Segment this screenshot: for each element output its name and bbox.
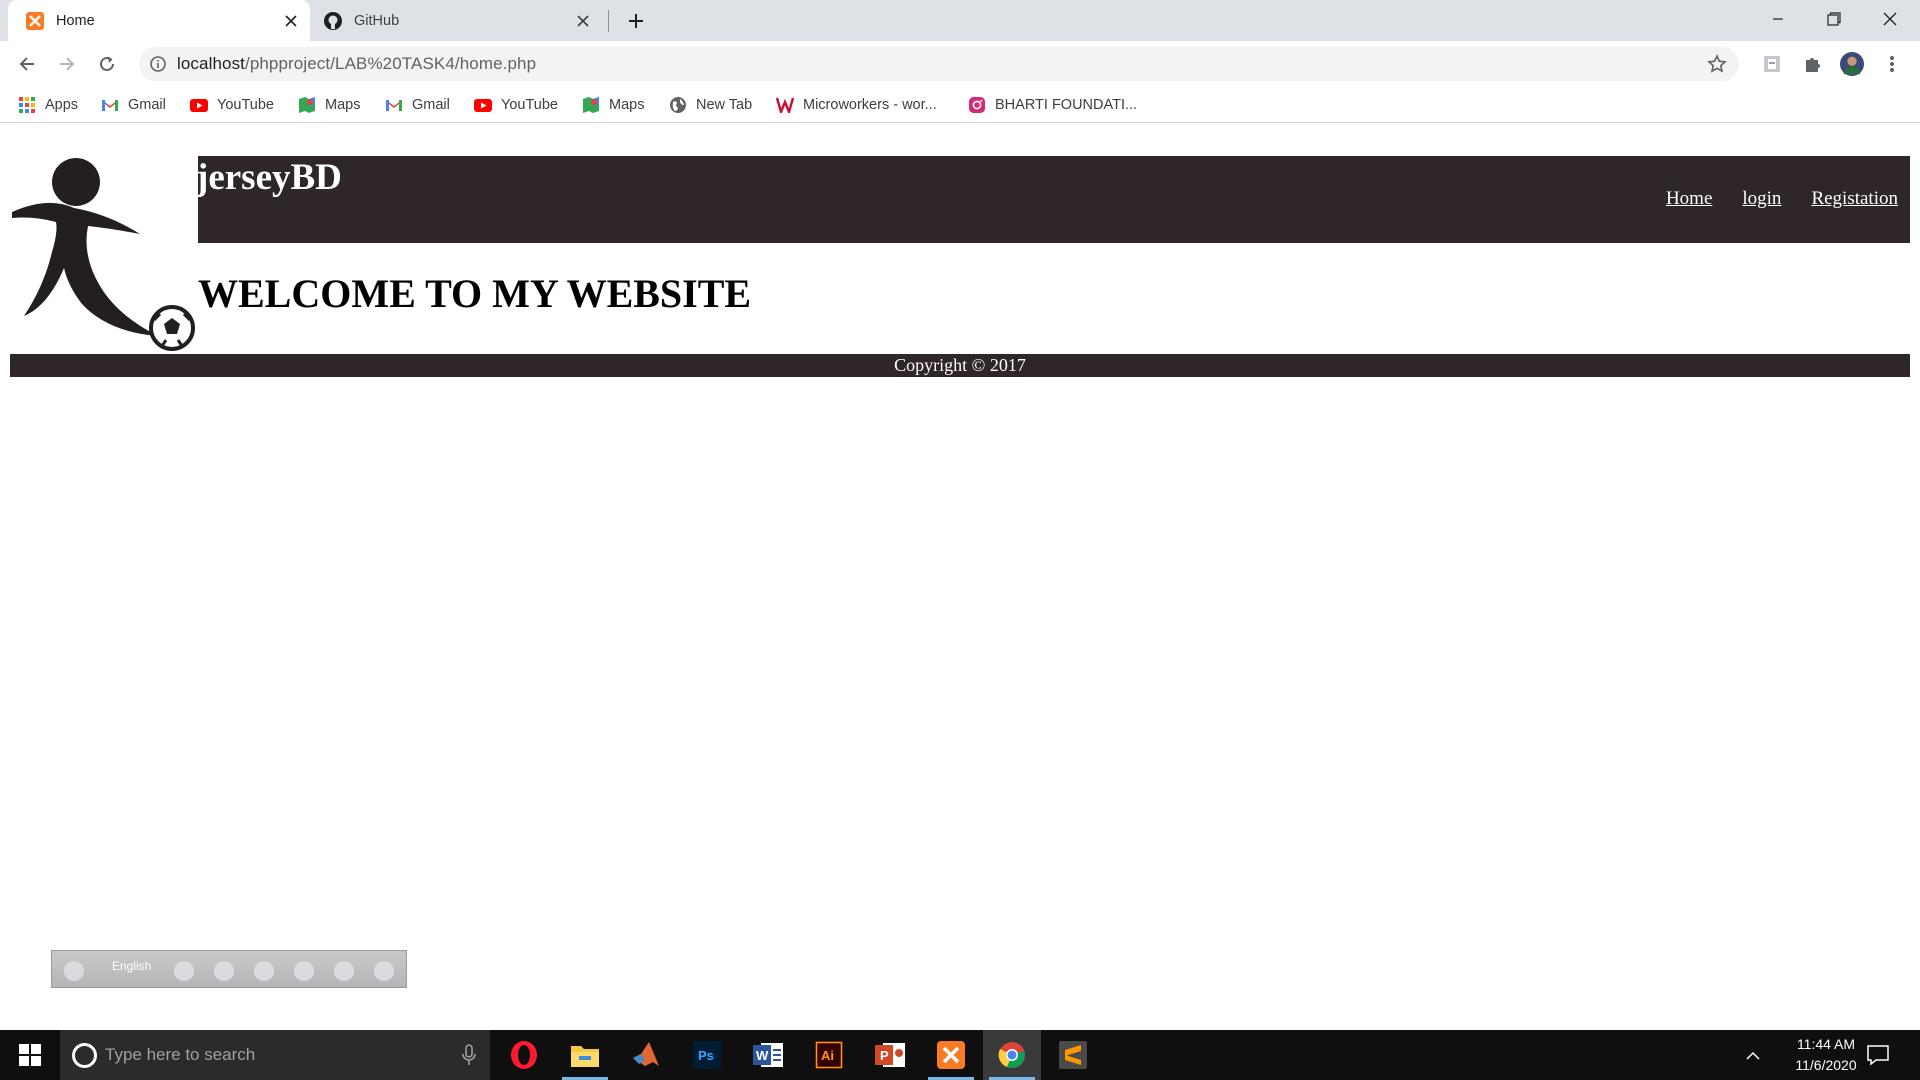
info-icon[interactable] [149, 55, 167, 73]
bookmark-maps[interactable]: Maps [298, 93, 360, 117]
extension-icon[interactable] [1760, 52, 1784, 76]
youtube-icon [190, 96, 208, 114]
tab-title: GitHub [354, 12, 400, 29]
tab-github[interactable]: GitHub [314, 0, 602, 41]
restore-button[interactable] [1806, 0, 1862, 38]
chevron-up-icon[interactable] [1744, 1047, 1762, 1065]
language-label[interactable]: English [112, 959, 151, 973]
soccer-player-logo [8, 156, 200, 352]
gmail-icon [385, 96, 403, 114]
tab-separator [608, 10, 609, 32]
instagram-icon [968, 96, 986, 114]
back-button[interactable] [13, 50, 41, 78]
site-footer: Copyright © 2017 [10, 354, 1910, 377]
input-method-icon[interactable] [64, 961, 84, 981]
sublime-text-icon[interactable] [1044, 1030, 1102, 1080]
globe-icon [669, 96, 687, 114]
browser-tab-strip: Home GitHub [0, 0, 1920, 41]
tools-icon[interactable] [214, 961, 234, 981]
address-bar[interactable]: localhost/phpproject/LAB%20TASK4/home.ph… [139, 47, 1739, 81]
minimize-button[interactable] [1750, 0, 1806, 38]
illustrator-icon[interactable]: Ai [800, 1030, 858, 1080]
start-button[interactable] [0, 1030, 60, 1080]
windows-icon [19, 1044, 41, 1066]
youtube-icon [474, 96, 492, 114]
bookmark-microworkers[interactable]: Microworkers - wor... [776, 93, 937, 117]
cortana-icon [72, 1043, 97, 1068]
nav-link-login[interactable]: login [1742, 188, 1781, 210]
close-window-button[interactable] [1862, 0, 1918, 38]
site-nav: Home login Registation [1666, 188, 1898, 210]
web-page: jerseyBD Home login Registation WELCOME … [0, 124, 1920, 1030]
microworkers-icon [776, 96, 794, 114]
svg-text:Ps: Ps [698, 1048, 714, 1063]
language-bar[interactable]: English [51, 950, 407, 988]
reload-button[interactable] [93, 50, 121, 78]
powerpoint-icon[interactable]: P [861, 1030, 919, 1080]
bookmark-youtube[interactable]: YouTube [474, 93, 558, 117]
info-icon[interactable] [374, 961, 394, 981]
opera-icon[interactable] [495, 1030, 553, 1080]
maps-icon [582, 96, 600, 114]
settings-icon[interactable] [254, 961, 274, 981]
photoshop-icon[interactable]: Ps [678, 1030, 736, 1080]
tab-home[interactable]: Home [8, 0, 310, 41]
bookmark-bharti-foundation[interactable]: BHARTI FOUNDATI... [968, 93, 1137, 117]
close-icon[interactable] [572, 10, 594, 32]
xampp-icon [25, 11, 45, 31]
tab-title: Home [56, 12, 95, 29]
browser-icon[interactable] [294, 961, 314, 981]
file-explorer-icon[interactable] [556, 1030, 614, 1080]
forward-button[interactable] [53, 50, 81, 78]
site-title: jerseyBD [196, 157, 342, 198]
menu-dots-icon[interactable] [1880, 52, 1904, 76]
welcome-heading: WELCOME TO MY WEBSITE [198, 271, 752, 316]
word-icon[interactable]: W [739, 1030, 797, 1080]
puzzle-icon[interactable] [1800, 52, 1824, 76]
new-tab-button[interactable] [622, 8, 650, 34]
nav-link-home[interactable]: Home [1666, 188, 1712, 210]
bookmark-maps[interactable]: Maps [582, 93, 644, 117]
url-text: localhost/phpproject/LAB%20TASK4/home.ph… [177, 54, 537, 73]
taskbar: Type here to search Ps W Ai P 11:44 AM 1… [0, 1030, 1920, 1080]
close-icon[interactable] [280, 10, 302, 32]
nav-link-registration[interactable]: Registation [1811, 188, 1898, 210]
microphone-icon[interactable] [462, 1043, 476, 1067]
bookmark-star-icon[interactable] [1707, 54, 1727, 74]
bookmark-gmail[interactable]: Gmail [385, 93, 450, 117]
notification-icon[interactable] [1866, 1043, 1890, 1067]
svg-text:P: P [880, 1048, 889, 1063]
site-header: jerseyBD Home login Registation [196, 156, 1910, 243]
svg-text:W: W [756, 1048, 769, 1063]
matlab-icon[interactable] [617, 1030, 675, 1080]
search-placeholder: Type here to search [105, 1045, 256, 1064]
browser-toolbar: localhost/phpproject/LAB%20TASK4/home.ph… [0, 41, 1920, 87]
maps-icon [298, 96, 316, 114]
bookmark-apps[interactable]: Apps [18, 93, 78, 117]
github-icon [323, 11, 343, 31]
help-icon[interactable] [334, 961, 354, 981]
bookmarks-bar: Apps Gmail YouTube Maps Gmail YouTube Ma… [0, 87, 1920, 123]
svg-text:Ai: Ai [821, 1048, 834, 1063]
bookmark-new-tab[interactable]: New Tab [669, 93, 752, 117]
bookmark-gmail[interactable]: Gmail [101, 93, 166, 117]
gmail-icon [101, 96, 119, 114]
apps-grid-icon [18, 96, 36, 114]
taskbar-search[interactable]: Type here to search [60, 1030, 490, 1080]
bookmark-youtube[interactable]: YouTube [190, 93, 274, 117]
keyboard-icon[interactable] [174, 961, 194, 981]
xampp-icon[interactable] [922, 1030, 980, 1080]
avatar[interactable] [1840, 52, 1864, 76]
chrome-icon[interactable] [983, 1030, 1041, 1080]
